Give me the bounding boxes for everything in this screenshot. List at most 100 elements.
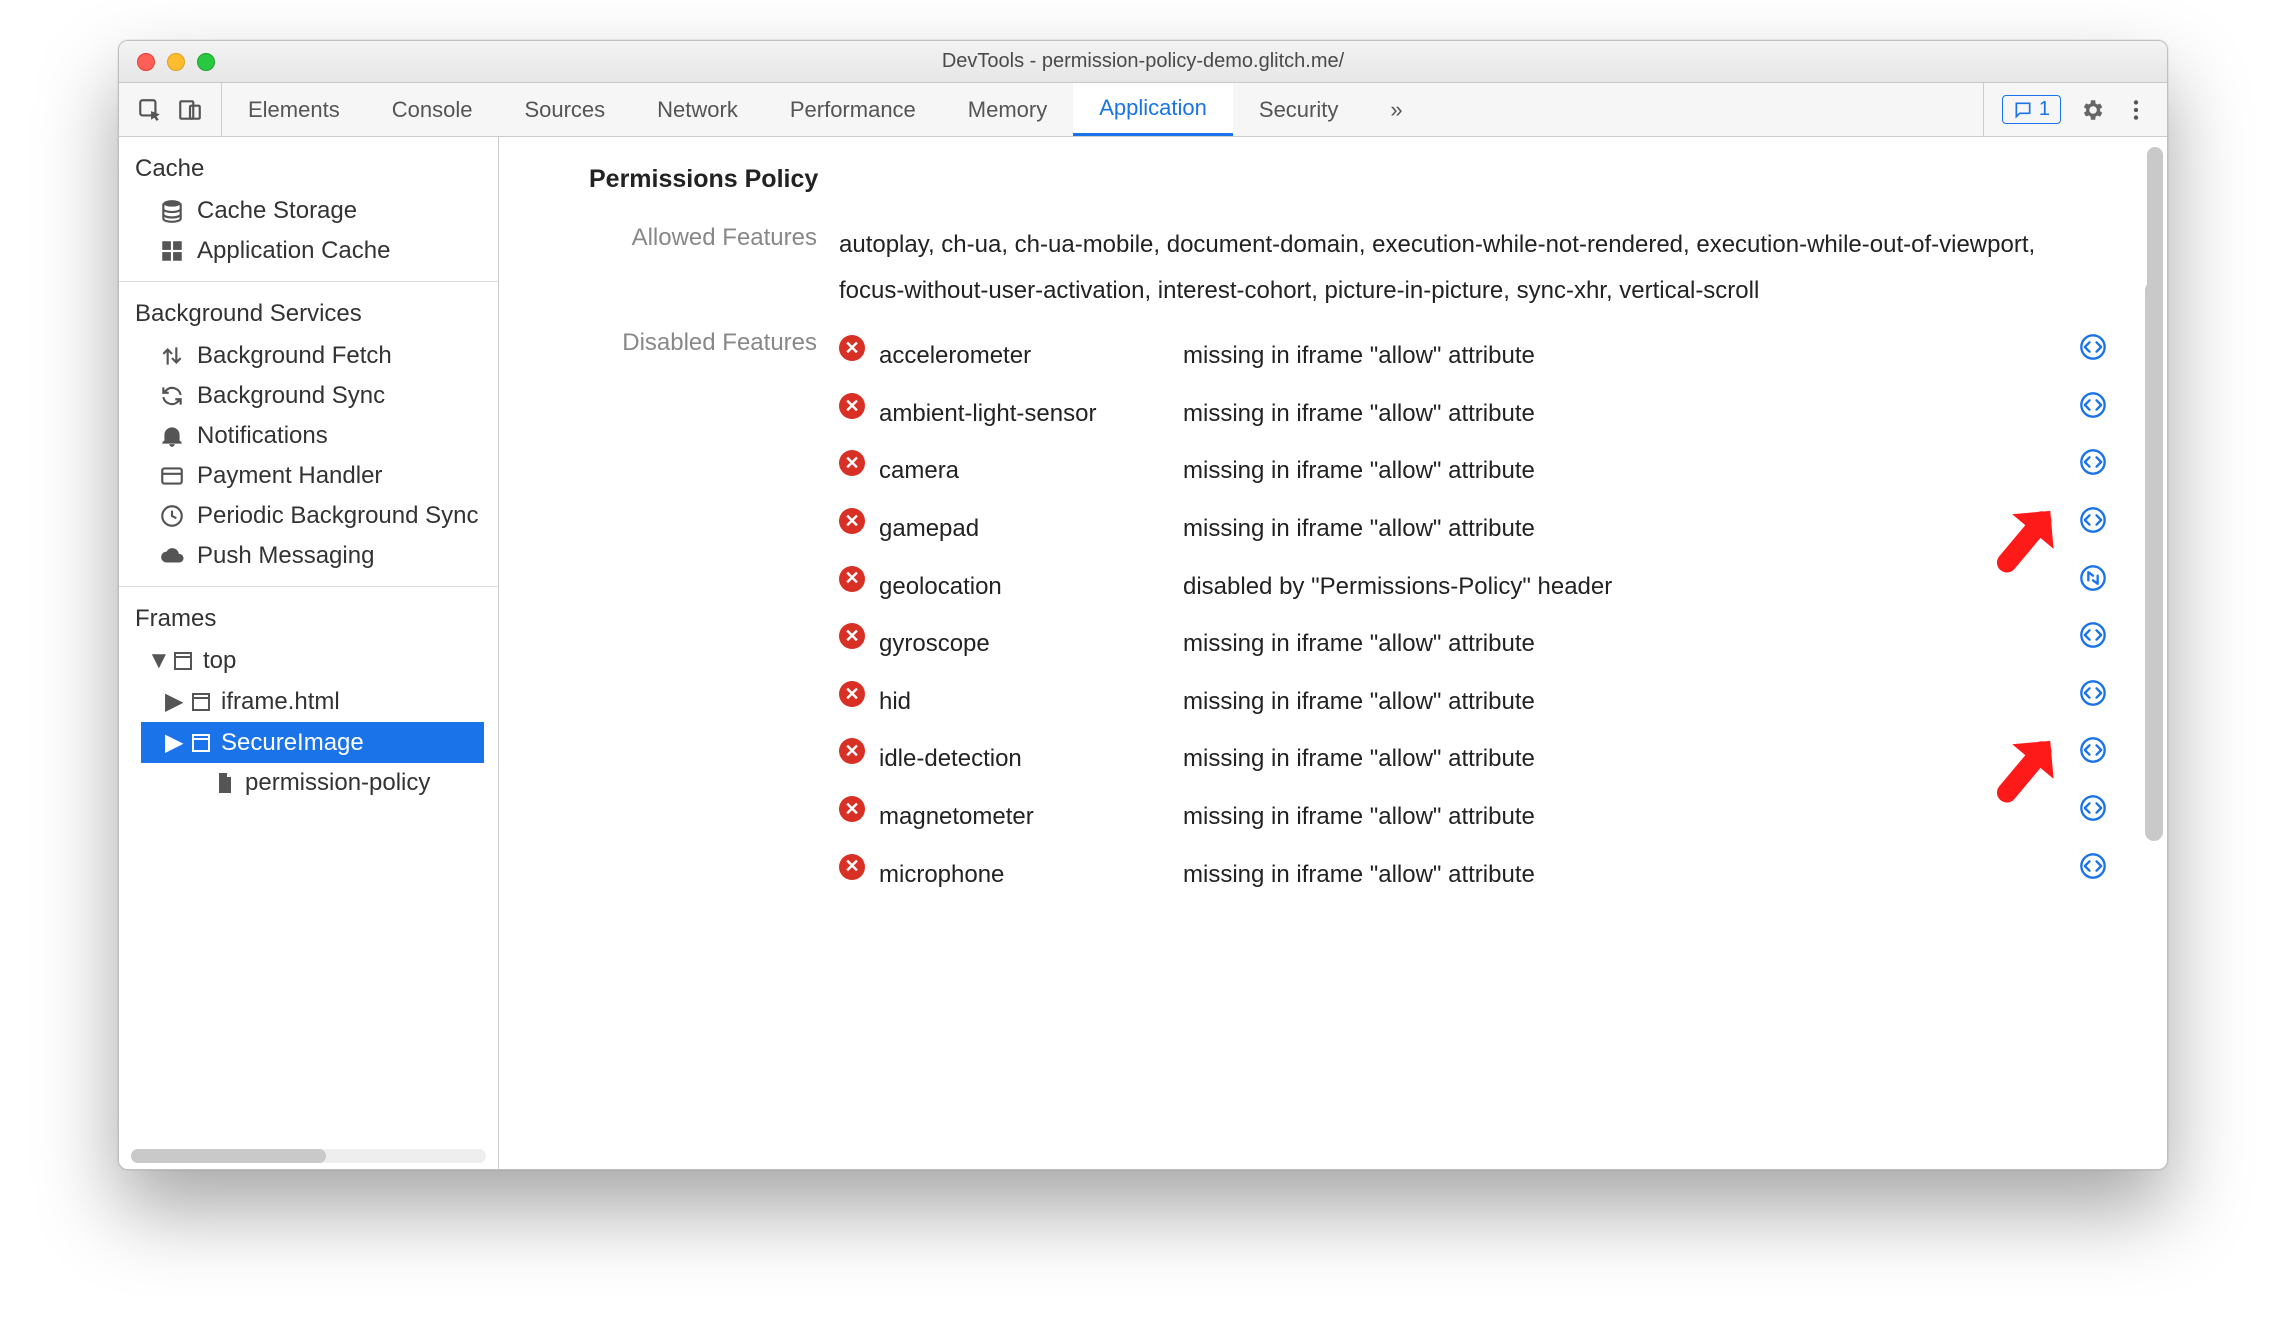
error-icon: ✕ — [839, 623, 865, 649]
error-icon: ✕ — [839, 854, 865, 880]
error-icon: ✕ — [839, 335, 865, 361]
tree-item-label: permission-policy — [245, 769, 430, 797]
disclosure-triangle-icon[interactable]: ▶ — [165, 687, 181, 716]
sidebar-item-periodic-background-sync[interactable]: Periodic Background Sync — [133, 496, 484, 536]
document-icon — [213, 771, 237, 795]
disabled-feature-row: ✕ gamepad missing in iframe "allow" attrib… — [839, 500, 2107, 558]
feature-name: ambient-light-sensor — [879, 391, 1169, 437]
tree-item-label: iframe.html — [221, 688, 340, 716]
feature-name: idle-detection — [879, 736, 1169, 782]
disabled-feature-row: ✕hidmissing in iframe "allow" attribute — [839, 673, 2107, 731]
sidebar-item-label: Notifications — [197, 422, 328, 450]
tab-memory[interactable]: Memory — [942, 83, 1073, 136]
reveal-in-elements-icon[interactable] — [2079, 852, 2107, 880]
updown-icon — [159, 343, 185, 369]
settings-icon[interactable] — [2079, 97, 2105, 123]
frame-tree-item[interactable]: ▼ top — [141, 641, 484, 681]
feature-name: camera — [879, 448, 1169, 494]
window-vertical-scrollbar[interactable] — [2145, 141, 2163, 1157]
database-icon — [159, 198, 185, 224]
sidebar-item-payment-handler[interactable]: Payment Handler — [133, 456, 484, 496]
card-icon — [159, 463, 185, 489]
issues-badge[interactable]: 1 — [2002, 95, 2061, 124]
frame-tree-item[interactable]: permission-policy — [141, 763, 484, 803]
disclosure-triangle-icon[interactable]: ▼ — [147, 647, 163, 675]
tree-item-label: top — [203, 647, 236, 675]
feature-name: gamepad — [879, 506, 1169, 552]
sidebar-group-frames: Frames — [133, 599, 484, 641]
feature-name: gyroscope — [879, 621, 1169, 667]
error-icon: ✕ — [839, 508, 865, 534]
titlebar: DevTools - permission-policy-demo.glitch… — [119, 41, 2167, 83]
disabled-feature-row: ✕ gyroscope missing in iframe "allow" attr… — [839, 615, 2107, 673]
devtools-tabstrip: ElementsConsoleSourcesNetworkPerformance… — [119, 83, 2167, 137]
allowed-features-value: autoplay, ch-ua, ch-ua-mobile, document-… — [839, 222, 2107, 313]
feature-reason: disabled by "Permissions-Policy" header — [1183, 564, 2065, 610]
frame-icon — [189, 731, 213, 755]
disabled-feature-row: ✕ geolocation disabled by "Permissions-Pol… — [839, 558, 2107, 616]
error-icon: ✕ — [839, 681, 865, 707]
tab-performance[interactable]: Performance — [764, 83, 942, 136]
tab-application[interactable]: Application — [1073, 83, 1233, 136]
tab-sources[interactable]: Sources — [498, 83, 631, 136]
frame-tree-item[interactable]: ▶ iframe.html — [141, 681, 484, 722]
sidebar-item-label: Periodic Background Sync — [197, 502, 478, 530]
tab-elements[interactable]: Elements — [222, 83, 366, 136]
devtools-window: DevTools - permission-policy-demo.glitch… — [118, 40, 2168, 1170]
window-zoom-button[interactable] — [197, 53, 215, 71]
disabled-feature-row: ✕ambient-light-sensormissing in iframe "… — [839, 385, 2107, 443]
reveal-in-network-icon[interactable] — [2079, 564, 2107, 592]
reveal-in-elements-icon[interactable] — [2079, 448, 2107, 476]
feature-reason: missing in iframe "allow" attribute — [1183, 679, 2065, 725]
window-minimize-button[interactable] — [167, 53, 185, 71]
sidebar-item-push-messaging[interactable]: Push Messaging — [133, 536, 484, 576]
disclosure-triangle-icon[interactable]: ▶ — [165, 728, 181, 757]
feature-reason: missing in iframe "allow" attribute — [1183, 333, 2065, 379]
frame-icon — [171, 649, 195, 673]
feature-name: magnetometer — [879, 794, 1169, 840]
error-icon: ✕ — [839, 738, 865, 764]
tab-console[interactable]: Console — [366, 83, 499, 136]
sidebar-group-cache: Cache — [133, 149, 484, 191]
sidebar-horizontal-scrollbar[interactable] — [131, 1149, 486, 1163]
panel-title: Permissions Policy — [589, 165, 2107, 194]
inspect-element-icon[interactable] — [137, 97, 163, 123]
disabled-features-label: Disabled Features — [589, 327, 839, 357]
reveal-in-elements-icon[interactable] — [2079, 736, 2107, 764]
feature-reason: missing in iframe "allow" attribute — [1183, 736, 2065, 782]
reveal-in-elements-icon[interactable] — [2079, 679, 2107, 707]
tab-network[interactable]: Network — [631, 83, 764, 136]
device-toolbar-icon[interactable] — [177, 97, 203, 123]
reveal-in-elements-icon[interactable] — [2079, 333, 2107, 361]
window-close-button[interactable] — [137, 53, 155, 71]
reveal-in-elements-icon[interactable] — [2079, 391, 2107, 419]
feature-reason: missing in iframe "allow" attribute — [1183, 506, 2065, 552]
sidebar-item-label: Background Sync — [197, 382, 385, 410]
main-panel: Permissions Policy Allowed Features auto… — [499, 137, 2167, 1169]
sidebar-item-application-cache[interactable]: Application Cache — [133, 231, 484, 271]
feature-reason: missing in iframe "allow" attribute — [1183, 621, 2065, 667]
grid-icon — [159, 238, 185, 264]
reveal-in-elements-icon[interactable] — [2079, 794, 2107, 822]
sidebar-group-background-services: Background Services — [133, 294, 484, 336]
sidebar-item-background-sync[interactable]: Background Sync — [133, 376, 484, 416]
feature-reason: missing in iframe "allow" attribute — [1183, 391, 2065, 437]
feature-reason: missing in iframe "allow" attribute — [1183, 794, 2065, 840]
window-title: DevTools - permission-policy-demo.glitch… — [119, 50, 2167, 73]
tabs-overflow-button[interactable]: » — [1364, 83, 1428, 136]
disabled-feature-row: ✕ idle-detection missing in iframe "allow"… — [839, 730, 2107, 788]
tab-security[interactable]: Security — [1233, 83, 1364, 136]
reveal-in-elements-icon[interactable] — [2079, 621, 2107, 649]
feature-name: accelerometer — [879, 333, 1169, 379]
reveal-in-elements-icon[interactable] — [2079, 506, 2107, 534]
sidebar-item-notifications[interactable]: Notifications — [133, 416, 484, 456]
error-icon: ✕ — [839, 450, 865, 476]
sidebar-item-label: Push Messaging — [197, 542, 374, 570]
kebab-menu-icon[interactable] — [2123, 97, 2149, 123]
error-icon: ✕ — [839, 566, 865, 592]
allowed-features-label: Allowed Features — [589, 222, 839, 252]
feature-name: geolocation — [879, 564, 1169, 610]
sidebar-item-background-fetch[interactable]: Background Fetch — [133, 336, 484, 376]
frame-tree-item[interactable]: ▶SecureImage — [141, 722, 484, 763]
sidebar-item-cache-storage[interactable]: Cache Storage — [133, 191, 484, 231]
